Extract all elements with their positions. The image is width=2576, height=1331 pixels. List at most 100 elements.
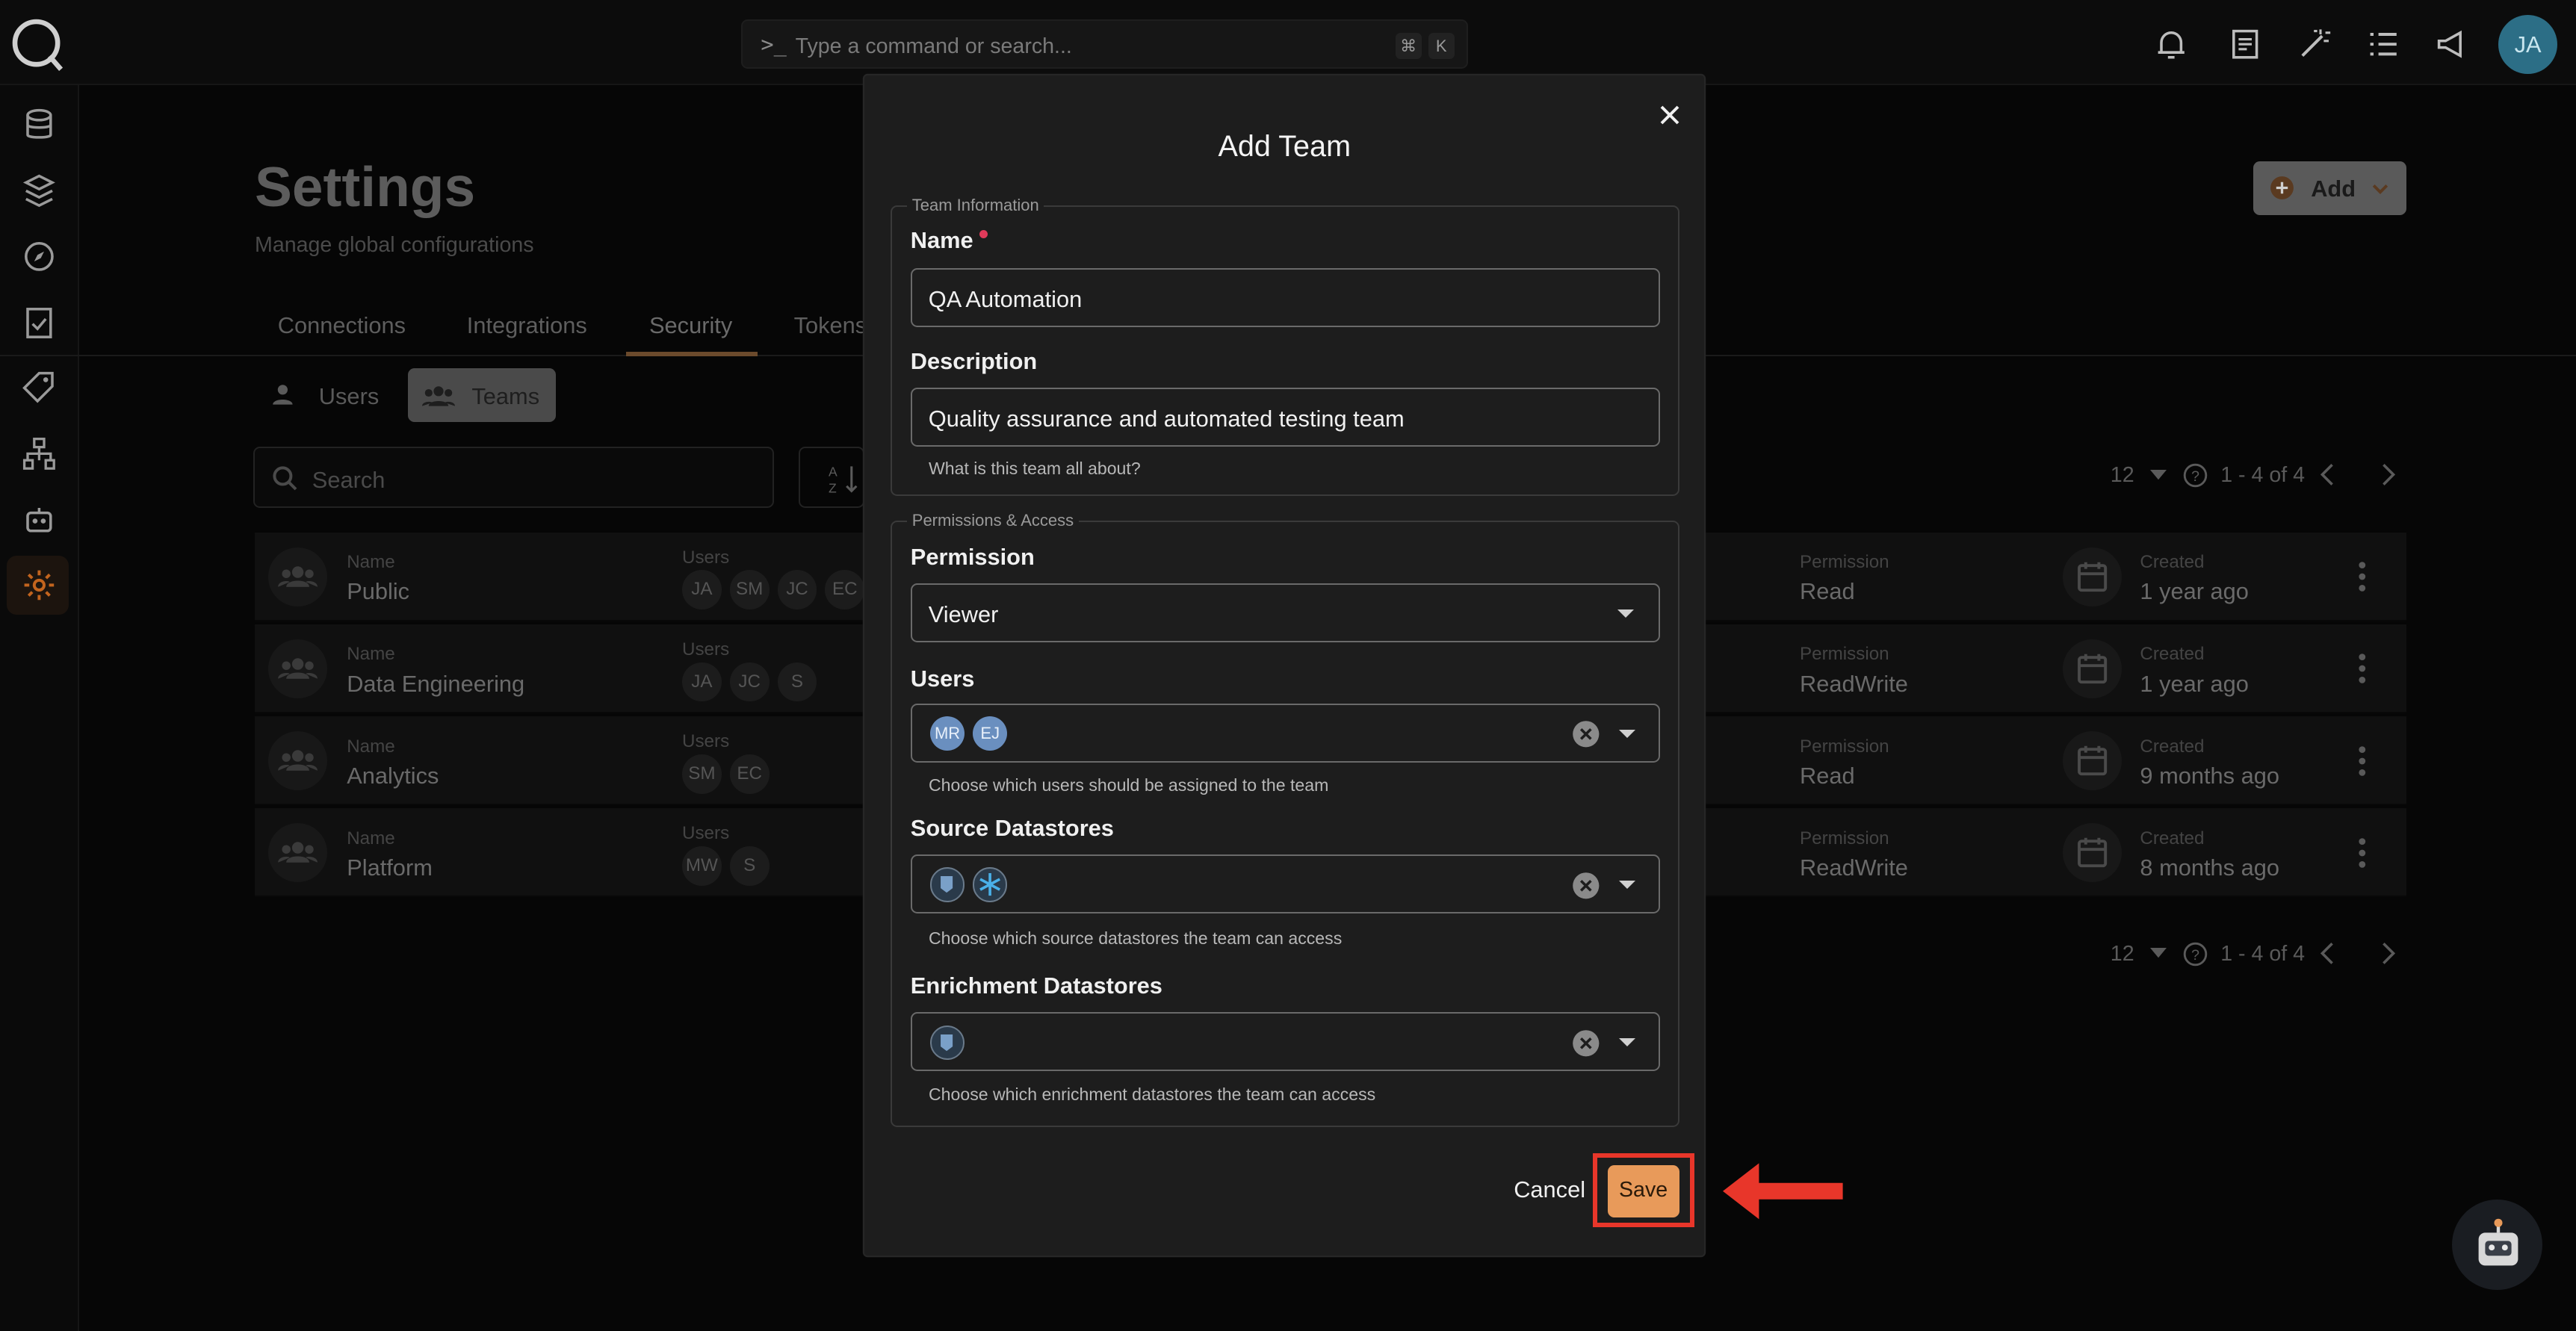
segment-teams[interactable]: Teams <box>407 367 556 423</box>
caret-down-icon[interactable] <box>1618 1038 1635 1047</box>
add-team-dialog: Add Team Team Information Name QA Automa… <box>864 75 1705 1256</box>
svg-text:?: ? <box>2191 947 2199 964</box>
enrichment-datastores-select[interactable] <box>910 1012 1660 1072</box>
segment-teams-label: Teams <box>471 382 540 409</box>
row-name-value: Analytics <box>347 762 439 789</box>
kbd-k: K <box>1428 32 1455 59</box>
source-datastores-label: Source Datastores <box>910 815 1114 842</box>
stack-icon[interactable] <box>19 171 59 211</box>
more-vert-icon[interactable] <box>2356 652 2369 685</box>
name-value: QA Automation <box>928 285 1083 312</box>
tab-tokens[interactable]: Tokens <box>794 312 867 339</box>
assistant-bot-button[interactable] <box>2452 1200 2543 1290</box>
user-chip: SM <box>729 570 770 610</box>
group-icon <box>422 385 456 406</box>
description-value: Quality assurance and automated testing … <box>928 406 1405 432</box>
page-subtitle: Manage global configurations <box>255 233 534 258</box>
magic-wand-icon[interactable] <box>2296 26 2332 62</box>
enrichment-datastores-help: Choose which enrichment datastores the t… <box>928 1084 1376 1104</box>
description-field[interactable]: Quality assurance and automated testing … <box>910 388 1660 447</box>
help-icon[interactable]: ? <box>2183 463 2208 488</box>
hierarchy-icon[interactable] <box>19 434 59 474</box>
compass-icon[interactable] <box>19 237 59 276</box>
megaphone-icon[interactable] <box>2434 26 2470 62</box>
app-logo[interactable] <box>7 13 66 72</box>
source-datastores-select[interactable] <box>910 854 1660 914</box>
caret-down-icon[interactable] <box>1618 880 1635 889</box>
sort-button[interactable]: AZ <box>799 447 865 508</box>
enrichment-datastores-label: Enrichment Datastores <box>910 972 1162 999</box>
row-permission-value: Read <box>1800 762 1855 789</box>
tag-icon[interactable] <box>19 368 59 408</box>
clipboard-check-icon[interactable] <box>19 302 59 342</box>
arrow-left-icon <box>1722 1163 1843 1220</box>
command-search[interactable]: >_ Type a command or search... ⌘ K <box>741 19 1468 69</box>
close-icon[interactable] <box>1653 99 1686 131</box>
group-icon <box>267 823 327 883</box>
user-chip: JC <box>777 570 817 610</box>
robot-icon[interactable] <box>19 500 59 539</box>
document-icon[interactable] <box>2227 26 2263 62</box>
list-icon[interactable] <box>2365 26 2401 62</box>
terminal-icon: >_ <box>761 31 787 57</box>
more-vert-icon[interactable] <box>2356 837 2369 869</box>
tab-connections[interactable]: Connections <box>278 312 406 339</box>
more-vert-icon[interactable] <box>2356 745 2369 778</box>
per-page-select-bottom[interactable]: 12 <box>2111 942 2134 967</box>
permission-select[interactable]: Viewer <box>910 583 1660 643</box>
tab-integrations[interactable]: Integrations <box>467 312 587 339</box>
next-page-icon[interactable] <box>2380 942 2397 965</box>
user-chip: EC <box>729 754 770 794</box>
clear-icon[interactable] <box>1571 719 1601 749</box>
command-search-placeholder: Type a command or search... <box>795 34 1072 58</box>
page-title: Settings <box>255 155 476 218</box>
add-button[interactable]: Add <box>2253 161 2406 216</box>
user-chip[interactable]: EJ <box>973 716 1008 751</box>
caret-down-icon[interactable] <box>1618 729 1635 738</box>
user-avatar[interactable]: JA <box>2498 14 2558 74</box>
row-users-label: Users <box>682 639 730 660</box>
users-label: Users <box>910 665 975 692</box>
caret-down-icon[interactable] <box>2149 948 2167 958</box>
svg-text:A: A <box>829 465 837 480</box>
postgres-datastore-icon[interactable] <box>929 867 965 902</box>
postgres-datastore-icon[interactable] <box>929 1025 965 1060</box>
row-name-label: Name <box>347 828 395 848</box>
page-range-bottom: 1 - 4 of 4 <box>2220 941 2306 966</box>
next-page-icon[interactable] <box>2380 463 2397 486</box>
snowflake-datastore-icon[interactable] <box>973 867 1008 902</box>
group-icon <box>267 730 327 791</box>
row-name-value: Data Engineering <box>347 670 525 697</box>
bell-icon[interactable] <box>2153 26 2189 62</box>
save-button[interactable]: Save <box>1607 1164 1680 1218</box>
user-chip: JA <box>682 662 722 702</box>
cancel-button[interactable]: Cancel <box>1514 1176 1585 1203</box>
row-users-label: Users <box>682 823 730 844</box>
gear-icon[interactable] <box>19 565 59 605</box>
calendar-icon <box>2063 730 2123 791</box>
more-vert-icon[interactable] <box>2356 560 2369 593</box>
prev-page-icon[interactable] <box>2319 942 2335 965</box>
robot-icon <box>2478 1218 2518 1265</box>
row-created-value: 1 year ago <box>2140 578 2249 605</box>
clear-icon[interactable] <box>1571 871 1601 901</box>
segment-users[interactable]: Users <box>255 368 394 423</box>
per-page-select[interactable]: 12 <box>2111 463 2134 488</box>
name-field[interactable]: QA Automation <box>910 267 1660 327</box>
help-icon[interactable]: ? <box>2183 942 2208 967</box>
tab-security[interactable]: Security <box>649 312 732 339</box>
database-icon[interactable] <box>19 105 59 145</box>
row-name-value: Platform <box>347 854 433 881</box>
search-input[interactable]: Search <box>253 447 775 508</box>
caret-down-icon <box>1617 609 1634 618</box>
prev-page-icon[interactable] <box>2319 463 2335 486</box>
row-name-label: Name <box>347 644 395 665</box>
caret-down-icon[interactable] <box>2149 470 2167 480</box>
users-select[interactable]: MR EJ <box>910 703 1660 763</box>
svg-text:?: ? <box>2191 469 2199 485</box>
clear-icon[interactable] <box>1571 1028 1601 1058</box>
row-permission-value: Read <box>1800 578 1855 605</box>
row-permission-value: ReadWrite <box>1800 854 1908 881</box>
user-chip[interactable]: MR <box>929 716 965 751</box>
row-name-label: Name <box>347 552 395 573</box>
